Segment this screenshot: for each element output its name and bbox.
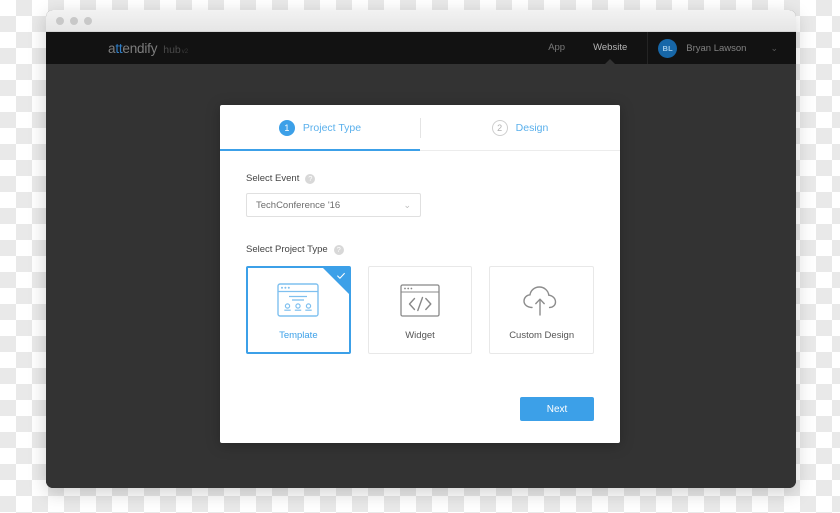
logo-product: hub xyxy=(163,43,181,56)
cloud-upload-icon xyxy=(520,279,564,321)
modal-tabs: 1 Project Type 2 Design xyxy=(220,105,620,151)
avatar[interactable]: BL xyxy=(658,38,678,58)
chevron-down-icon: ⌄ xyxy=(403,199,411,210)
select-event-label: Select Event xyxy=(246,173,300,184)
tab-project-type-number: 1 xyxy=(278,119,295,136)
nav-link-website-label: Website xyxy=(593,42,628,53)
browser-window: attendify hub v2 App Website BL Bryan La… xyxy=(46,10,796,488)
tab-project-type[interactable]: 1 Project Type xyxy=(220,105,420,150)
avatar-initials: BL xyxy=(662,43,674,53)
event-select[interactable]: TechConference '16 ⌄ xyxy=(246,193,421,217)
browser-layout-icon xyxy=(277,279,320,321)
nav-link-app-label: App xyxy=(548,42,566,53)
window-close-button[interactable] xyxy=(56,16,64,25)
window-minimize-button[interactable] xyxy=(70,16,78,25)
logo-text: attendify xyxy=(108,41,157,56)
nav-link-app[interactable]: App xyxy=(534,32,579,64)
nav-link-website[interactable]: Website xyxy=(579,32,641,65)
help-icon[interactable]: ? xyxy=(333,244,344,255)
browser-titlebar xyxy=(46,10,796,32)
project-type-cards: Template Widget Custom Design xyxy=(246,266,594,354)
user-name: Bryan Lawson xyxy=(686,42,747,54)
logo-suffix: endify xyxy=(122,40,158,56)
tab-design-label: Design xyxy=(515,121,549,134)
select-project-type-label-row: Select Project Type ? xyxy=(246,244,594,255)
project-type-card-custom-design-label: Custom Design xyxy=(509,330,575,341)
tab-active-underline xyxy=(220,149,420,151)
select-project-type-label: Select Project Type xyxy=(246,244,328,255)
navbar-right: App Website BL Bryan Lawson ⌄ xyxy=(534,32,778,65)
tab-separator xyxy=(420,118,421,138)
app-logo[interactable]: attendify hub v2 xyxy=(108,41,188,56)
window-maximize-button[interactable] xyxy=(84,16,92,25)
modal-footer: Next xyxy=(220,397,620,443)
project-type-card-template-label: Template xyxy=(279,330,318,341)
project-type-card-widget[interactable]: Widget xyxy=(367,266,473,354)
help-icon[interactable]: ? xyxy=(305,173,316,184)
project-type-card-custom-design[interactable]: Custom Design xyxy=(489,266,594,354)
modal-body: Select Event ? TechConference '16 ⌄ Sele… xyxy=(220,151,620,354)
modal-overlay: 1 Project Type 2 Design Select Event ? T… xyxy=(46,64,796,488)
browser-code-icon xyxy=(400,279,440,321)
project-type-card-template[interactable]: Template xyxy=(246,266,351,354)
tab-design[interactable]: 2 Design xyxy=(420,105,620,150)
navbar-divider xyxy=(647,32,649,64)
check-icon xyxy=(336,272,345,279)
tab-design-number: 2 xyxy=(491,119,508,136)
chevron-down-icon[interactable]: ⌄ xyxy=(770,43,778,53)
tab-project-type-label: Project Type xyxy=(302,121,362,134)
project-type-card-widget-label: Widget xyxy=(405,330,435,341)
logo-superscript: v2 xyxy=(181,48,189,55)
select-event-label-row: Select Event ? xyxy=(246,173,594,184)
app-navbar: attendify hub v2 App Website BL Bryan La… xyxy=(46,32,796,65)
next-button[interactable]: Next xyxy=(520,397,594,421)
project-wizard-modal: 1 Project Type 2 Design Select Event ? T… xyxy=(220,105,620,443)
event-select-value: TechConference '16 xyxy=(256,199,341,211)
